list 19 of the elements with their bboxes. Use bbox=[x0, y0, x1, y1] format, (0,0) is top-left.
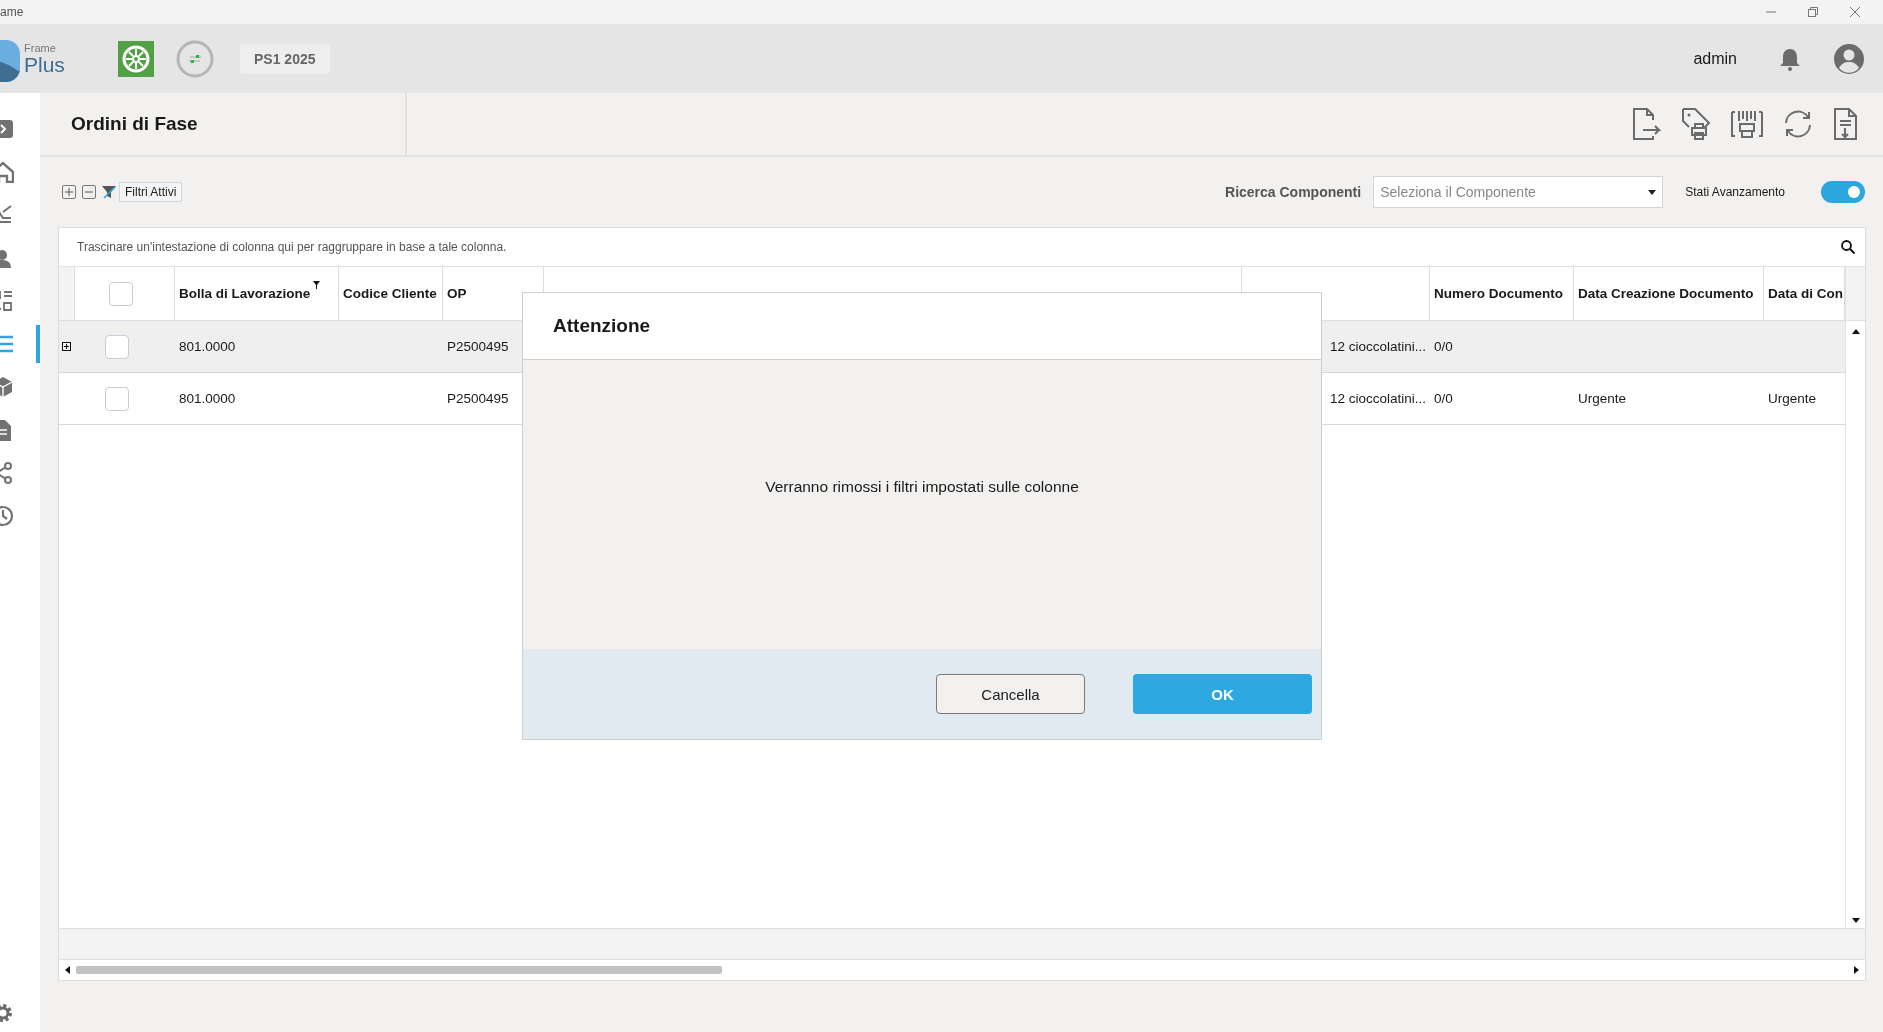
page-title: Ordini di Fase bbox=[71, 113, 198, 135]
table-cell: 0/0 bbox=[1434, 339, 1453, 354]
progress-states-label: Stati Avanzamento bbox=[1685, 185, 1785, 199]
dialog-title: Attenzione bbox=[553, 315, 651, 337]
dialog-message: Verranno rimossi i filtri impostati sulle colonne bbox=[765, 478, 1079, 496]
table-cell: P2500495 bbox=[447, 391, 509, 406]
window-title: ame bbox=[0, 5, 24, 19]
table-cell: 12 cioccolatini... bbox=[1329, 391, 1426, 406]
table-cell: 12 cioccolatini... bbox=[1329, 339, 1426, 354]
table-cell: P2500495 bbox=[447, 339, 509, 354]
group-panel-hint: Trascinare un'intestazione di colonna qui per raggruppare in base a tale colonna. bbox=[77, 240, 507, 254]
logo-text: Frame bbox=[24, 42, 57, 54]
table-cell: 801.0000 bbox=[179, 339, 236, 354]
table-cell: 0/0 bbox=[1434, 391, 1453, 406]
table-cell: Urgente bbox=[1768, 391, 1817, 406]
logo-text: Plus bbox=[24, 53, 65, 75]
table-cell: Urgente bbox=[1578, 391, 1627, 406]
table-cell: 801.0000 bbox=[179, 391, 236, 406]
component-search-label: Ricerca Componenti bbox=[1225, 184, 1362, 200]
